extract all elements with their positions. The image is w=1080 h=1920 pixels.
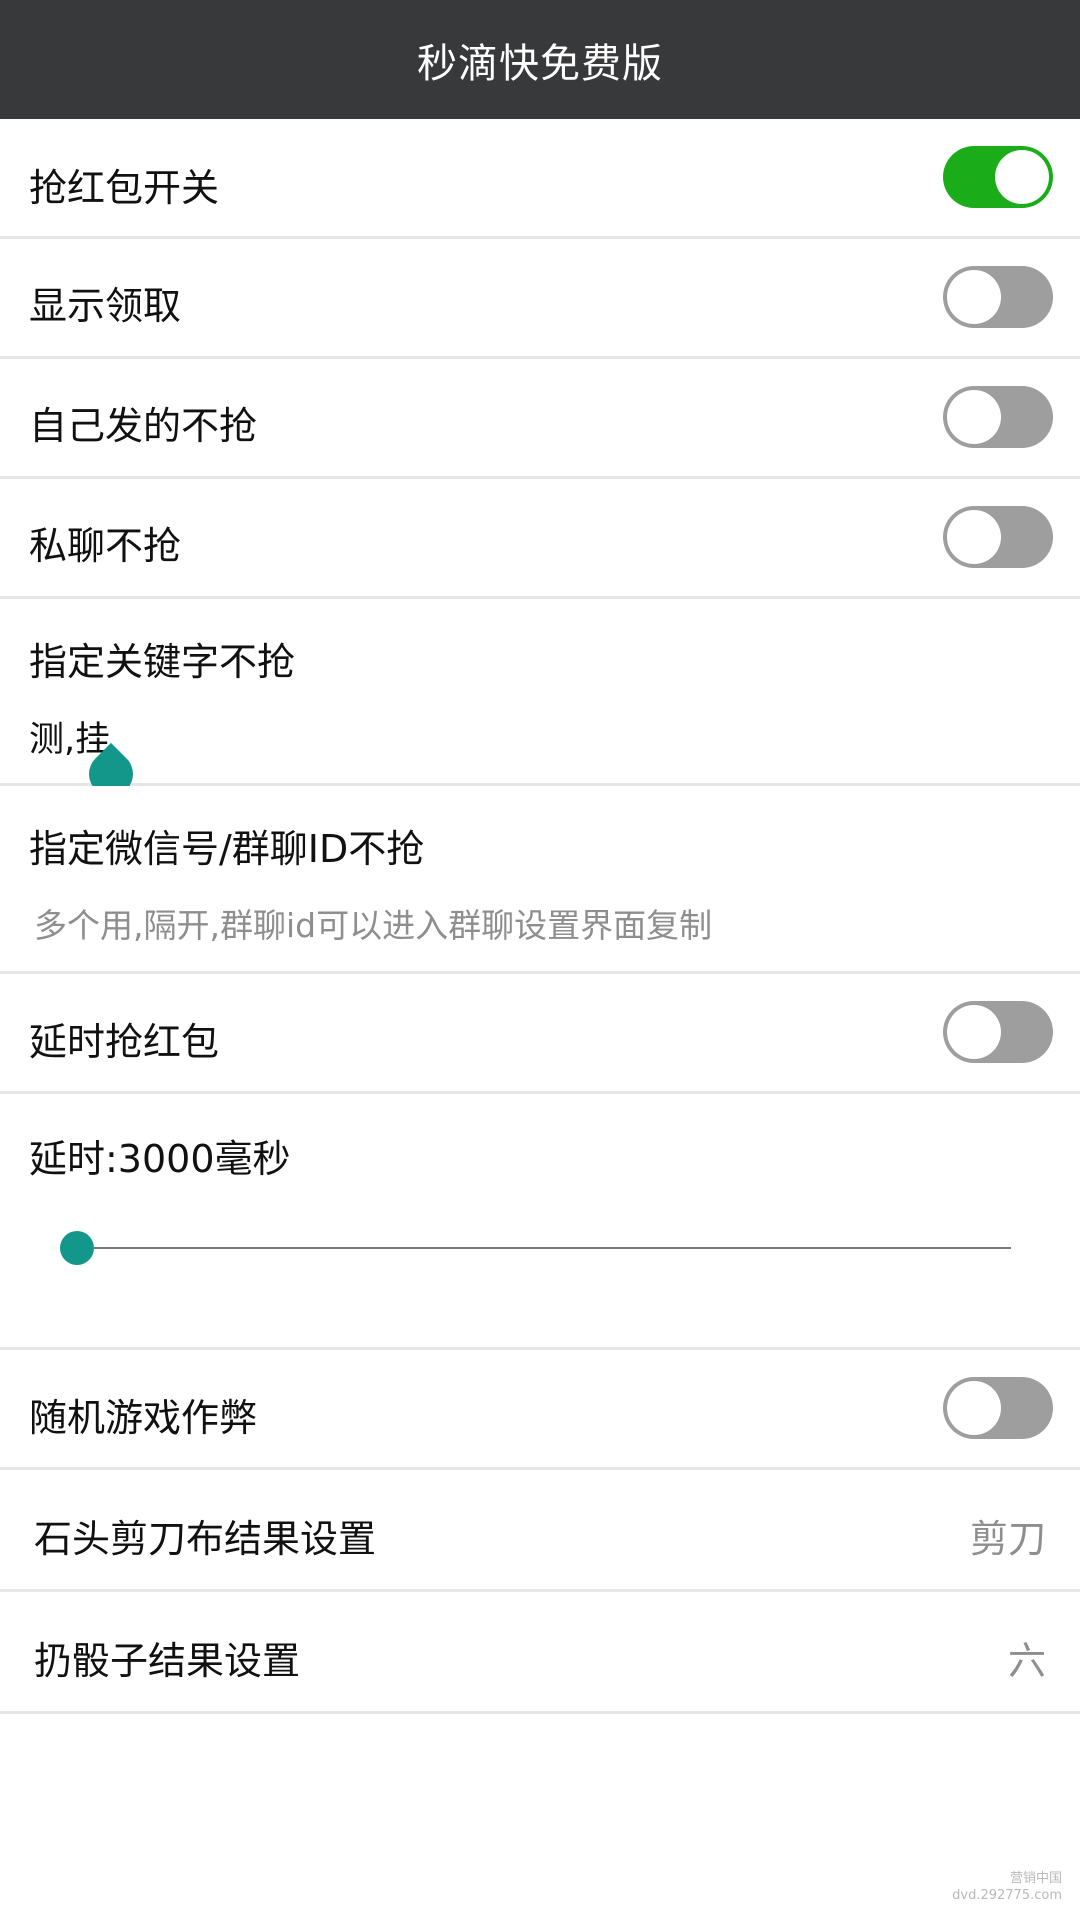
setting-row-game-cheat: 随机游戏作弊: [0, 1350, 1080, 1470]
rps-result-label: 石头剪刀布结果设置: [34, 1517, 377, 1561]
setting-row-delay-value: 延时:3000毫秒: [0, 1094, 1080, 1350]
game-cheat-label: 随机游戏作弊: [29, 1396, 258, 1440]
skip-own-toggle[interactable]: [943, 386, 1053, 448]
dice-result-value: 六: [1007, 1639, 1046, 1683]
title-bar: 秒滴快免费版: [0, 0, 1080, 119]
skip-ids-input[interactable]: 多个用,隔开,群聊id可以进入群聊设置界面复制: [34, 899, 712, 947]
toggle-knob: [947, 510, 1001, 564]
toggle-knob: [947, 1005, 1001, 1059]
skip-ids-label: 指定微信号/群聊ID不抢: [29, 827, 425, 871]
grab-switch-toggle[interactable]: [943, 146, 1053, 208]
setting-row-dice-result[interactable]: 扔骰子结果设置 六: [0, 1592, 1080, 1714]
rps-result-value: 剪刀: [969, 1517, 1046, 1561]
watermark-line2: dvd.292775.com: [952, 1888, 1062, 1903]
setting-row-delay-grab: 延时抢红包: [0, 974, 1080, 1094]
skip-private-toggle[interactable]: [943, 506, 1053, 568]
setting-row-show-claim: 显示领取: [0, 239, 1080, 359]
show-claim-toggle[interactable]: [943, 266, 1053, 328]
setting-row-skip-private: 私聊不抢: [0, 479, 1080, 599]
setting-row-skip-ids: 指定微信号/群聊ID不抢 多个用,隔开,群聊id可以进入群聊设置界面复制: [0, 786, 1080, 974]
page-title: 秒滴快免费版: [417, 40, 663, 87]
delay-value-label: 延时:3000毫秒: [29, 1137, 291, 1181]
watermark-line1: 营销中国: [1009, 1871, 1062, 1886]
delay-grab-toggle[interactable]: [943, 1001, 1053, 1063]
skip-own-label: 自己发的不抢: [29, 404, 258, 448]
watermark: 营销中国 dvd.292775.com: [952, 1870, 1062, 1904]
delay-slider-thumb[interactable]: [60, 1231, 94, 1265]
show-claim-label: 显示领取: [29, 284, 182, 328]
toggle-knob: [947, 1381, 1001, 1435]
grab-switch-label: 抢红包开关: [29, 166, 220, 210]
skip-keywords-label: 指定关键字不抢: [29, 640, 296, 684]
skip-private-label: 私聊不抢: [29, 524, 182, 568]
delay-grab-label: 延时抢红包: [29, 1020, 220, 1064]
game-cheat-toggle[interactable]: [943, 1377, 1053, 1439]
setting-row-grab-switch: 抢红包开关: [0, 119, 1080, 239]
setting-row-rps-result[interactable]: 石头剪刀布结果设置 剪刀: [0, 1470, 1080, 1592]
toggle-knob: [995, 150, 1049, 204]
setting-row-skip-own: 自己发的不抢: [0, 359, 1080, 479]
toggle-knob: [947, 270, 1001, 324]
dice-result-label: 扔骰子结果设置: [34, 1639, 301, 1683]
toggle-knob: [947, 390, 1001, 444]
setting-row-skip-keywords: 指定关键字不抢 测,挂: [0, 599, 1080, 786]
delay-slider-track[interactable]: [77, 1247, 1011, 1249]
